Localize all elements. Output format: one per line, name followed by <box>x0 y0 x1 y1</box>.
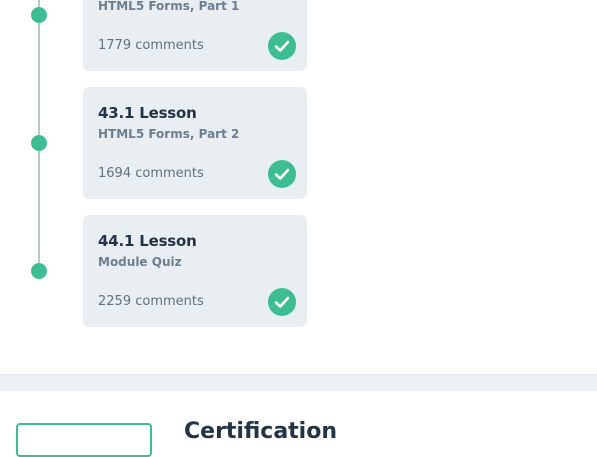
lesson-card[interactable]: 44.1 Lesson Module Quiz 2259 comments <box>83 215 307 327</box>
lesson-title: 43.1 Lesson <box>98 104 197 122</box>
certificate-badge[interactable] <box>16 423 152 457</box>
completed-check-icon <box>268 32 296 60</box>
lesson-comments[interactable]: 2259 comments <box>98 294 204 309</box>
certification-section: Certification <box>0 391 597 457</box>
lesson-comments[interactable]: 1779 comments <box>98 38 204 53</box>
completed-check-icon <box>268 288 296 316</box>
certification-heading: Certification <box>184 419 338 444</box>
lesson-comments[interactable]: 1694 comments <box>98 166 204 181</box>
lesson-subtitle: Module Quiz <box>98 255 182 269</box>
lesson-subtitle: HTML5 Forms, Part 1 <box>98 0 240 13</box>
lesson-title: 44.1 Lesson <box>98 232 197 250</box>
timeline-dot <box>31 7 47 23</box>
timeline-dot <box>31 263 47 279</box>
section-divider <box>0 374 597 391</box>
completed-check-icon <box>268 160 296 188</box>
lesson-subtitle: HTML5 Forms, Part 2 <box>98 127 240 141</box>
lesson-card[interactable]: HTML5 Forms, Part 1 1779 comments <box>83 0 307 71</box>
lesson-card[interactable]: 43.1 Lesson HTML5 Forms, Part 2 1694 com… <box>83 87 307 199</box>
timeline-dot <box>31 135 47 151</box>
